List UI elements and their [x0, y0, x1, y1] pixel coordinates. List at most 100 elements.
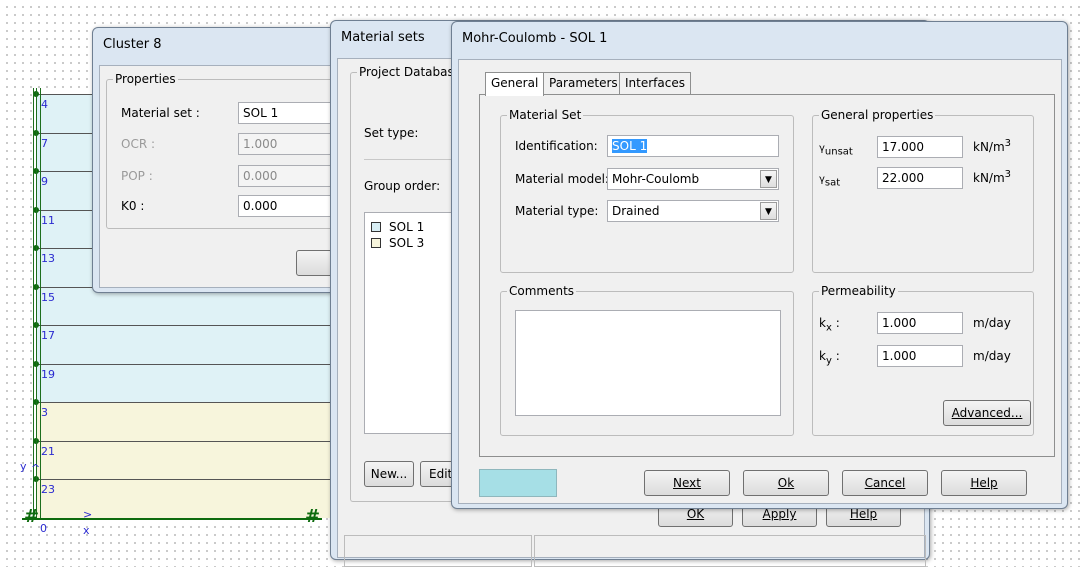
gamma-sat-subscript: sat — [824, 177, 841, 189]
gamma-unsat-subscript: unsat — [824, 146, 853, 158]
material-type-value: Drained — [612, 204, 660, 218]
material-set-group-title: Material Set — [507, 108, 584, 122]
ky-unit: m/day — [973, 349, 1011, 363]
identification-label: Identification: — [515, 139, 598, 153]
fixity-left-icon: # — [24, 506, 40, 527]
kx-label: kx : — [819, 316, 840, 333]
ok-button-label: Ok — [777, 476, 795, 490]
material-name: SOL 1 — [389, 220, 425, 234]
material-model-label: Material model: — [515, 172, 609, 186]
cancel-button-label: Cancel — [864, 476, 906, 490]
gamma-sat-unit: kN/m3 — [973, 169, 1011, 185]
material-color-swatch — [371, 238, 381, 248]
gamma-unsat-label: γunsat — [819, 140, 853, 157]
gamma-sat-label: γsat — [819, 171, 840, 188]
general-properties-title: General properties — [819, 108, 936, 122]
k0-label: K0 : — [121, 199, 145, 213]
new-button[interactable]: New... — [364, 461, 414, 487]
material-sets-title: Material sets — [341, 30, 425, 45]
material-model-select[interactable]: Mohr-Coulomb ▼ — [607, 168, 779, 190]
material-type-select[interactable]: Drained ▼ — [607, 200, 779, 222]
comments-group: Comments — [500, 284, 794, 436]
ocr-field[interactable]: 1.000 — [238, 133, 343, 155]
ok-button[interactable]: Ok — [743, 470, 829, 496]
cluster-label: 15 — [41, 291, 55, 304]
comments-textarea[interactable] — [515, 310, 781, 416]
cancel-button[interactable]: Cancel — [842, 470, 928, 496]
boundary-line — [40, 88, 41, 518]
cluster-dialog-client: Properties Material set : SOL 1 OCR : 1.… — [99, 65, 366, 288]
group-order-label: Group order: — [364, 179, 441, 193]
cluster-label: 19 — [41, 368, 55, 381]
chevron-down-icon[interactable]: ▼ — [760, 202, 777, 220]
cluster-label: 21 — [41, 445, 55, 458]
gamma-sat-field[interactable]: 22.000 — [877, 167, 963, 189]
tab-parameters[interactable]: Parameters — [543, 72, 624, 94]
gamma-unsat-field[interactable]: 17.000 — [877, 136, 963, 158]
pop-label: POP : — [121, 169, 153, 183]
gamma-unit-text: kN/m — [973, 171, 1005, 185]
cluster-dialog: Cluster 8 Properties Material set : SOL … — [92, 27, 366, 293]
identification-value: SOL 1 — [612, 139, 648, 153]
mohr-coulomb-dialog: Mohr-Coulomb - SOL 1 General Parameters … — [451, 21, 1068, 509]
cluster-label: 17 — [41, 329, 55, 342]
material-color-swatch[interactable] — [479, 469, 557, 497]
general-properties-group: General properties γunsat 17.000 kN/m3 γ… — [812, 108, 1034, 273]
permeability-group: Permeability kx : 1.000 m/day ky : 1.000… — [812, 284, 1034, 436]
kx-unit: m/day — [973, 316, 1011, 330]
x-axis-arrow-icon: > — [83, 508, 93, 521]
gamma-unit-sup: 3 — [1004, 169, 1012, 180]
comments-group-title: Comments — [507, 284, 577, 298]
cluster-label: 7 — [41, 137, 48, 150]
tab-general[interactable]: General — [485, 72, 545, 96]
material-color-swatch — [371, 222, 381, 232]
gamma-unsat-unit: kN/m3 — [973, 138, 1011, 154]
mc-dialog-client: General Parameters Interfaces Material S… — [458, 59, 1062, 504]
pop-field[interactable]: 0.000 — [238, 165, 343, 187]
set-type-label: Set type: — [364, 126, 419, 140]
help-button-label: Help — [970, 476, 998, 490]
kx-field[interactable]: 1.000 — [877, 312, 963, 334]
ocr-label: OCR : — [121, 137, 156, 151]
ok-button-label: OK — [686, 507, 705, 521]
advanced-button-label: Advanced... — [951, 406, 1023, 420]
next-button[interactable]: Next — [644, 470, 730, 496]
cluster-label: 9 — [41, 175, 48, 188]
properties-group-title: Properties — [113, 72, 178, 86]
identification-field[interactable]: SOL 1 — [607, 135, 779, 157]
cluster-label: 4 — [41, 98, 48, 111]
material-model-value: Mohr-Coulomb — [612, 172, 700, 186]
kx-subscript: x — [825, 322, 832, 334]
cluster-label: 3 — [41, 406, 48, 419]
y-axis-label: y — [20, 460, 27, 473]
kx-symbol: k — [819, 316, 826, 330]
gamma-unit-text: kN/m — [973, 140, 1005, 154]
material-set-group: Material Set Identification: SOL 1 Mater… — [500, 108, 794, 273]
bottom-panel-left — [344, 535, 532, 567]
boundary-line — [36, 88, 37, 518]
base-line — [22, 518, 322, 520]
cluster-label: 23 — [41, 483, 55, 496]
ky-symbol: k — [819, 349, 826, 363]
apply-button-label: Apply — [762, 507, 797, 521]
material-set-field[interactable]: SOL 1 — [238, 102, 343, 124]
gamma-unit-sup: 3 — [1004, 138, 1012, 149]
kx-colon: : — [835, 316, 840, 330]
ky-field[interactable]: 1.000 — [877, 345, 963, 367]
tab-interfaces[interactable]: Interfaces — [619, 72, 691, 94]
material-name: SOL 3 — [389, 236, 425, 250]
help-button[interactable]: Help — [941, 470, 1027, 496]
x-axis-label: x — [83, 524, 90, 537]
cluster-label: 13 — [41, 252, 55, 265]
ky-label: ky : — [819, 349, 840, 366]
ky-colon: : — [835, 349, 840, 363]
bottom-panel-right — [534, 535, 926, 567]
material-type-label: Material type: — [515, 204, 599, 218]
k0-field[interactable]: 0.000 — [238, 195, 343, 217]
chevron-down-icon[interactable]: ▼ — [760, 170, 777, 188]
origin-label: 0 — [40, 522, 47, 535]
cluster-label: 11 — [41, 214, 55, 227]
ky-subscript: y — [825, 355, 832, 367]
mc-dialog-title: Mohr-Coulomb - SOL 1 — [462, 31, 608, 46]
advanced-button[interactable]: Advanced... — [943, 400, 1031, 426]
